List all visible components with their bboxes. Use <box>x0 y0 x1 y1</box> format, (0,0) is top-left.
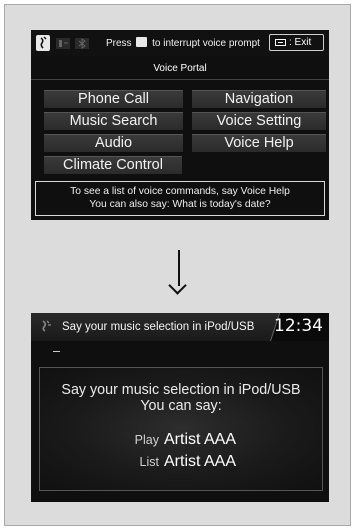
audio-button[interactable]: Audio <box>44 134 183 152</box>
voice-portal-status-bar: Press to interrupt voice prompt : Exit <box>31 30 329 56</box>
voice-portal-screen: Press to interrupt voice prompt : Exit V… <box>31 30 329 220</box>
voice-prompt-panel: Say your music selection in iPod/USB You… <box>39 367 323 491</box>
phone-call-button[interactable]: Phone Call <box>44 90 183 108</box>
exit-button[interactable]: : Exit <box>269 34 324 51</box>
talk-icon <box>36 35 50 51</box>
music-search-button[interactable]: Music Search <box>44 112 183 130</box>
prompt-line-2: You can say: <box>140 398 222 414</box>
command-value: Artist AAA <box>164 453 237 470</box>
climate-control-button[interactable]: Climate Control <box>44 156 182 174</box>
clock: 12:34 <box>274 316 323 336</box>
talk-icon <box>42 320 51 332</box>
hint-prefix: Press <box>106 38 132 49</box>
minus-icon <box>53 351 60 352</box>
music-screen-header: Say your music selection in iPod/USB 12:… <box>31 313 329 341</box>
voice-portal-title: Voice Portal <box>153 63 207 74</box>
talk-button-icon <box>136 37 148 47</box>
phone-status-icon <box>56 38 70 49</box>
voice-setting-button[interactable]: Voice Setting <box>192 112 326 130</box>
hint-suffix: to interrupt voice prompt <box>152 38 260 49</box>
help-line-2: You can also say: What is today's date? <box>89 199 271 210</box>
exit-label: : Exit <box>289 37 312 48</box>
back-icon <box>275 39 286 46</box>
help-line-1: To see a list of voice commands, say Voi… <box>70 186 290 197</box>
music-screen-title: Say your music selection in iPod/USB <box>62 321 255 333</box>
voice-prompt-text: Say your music selection in iPod/USB You… <box>40 382 322 414</box>
divider <box>31 79 329 80</box>
music-selection-screen: Say your music selection in iPod/USB 12:… <box>31 313 329 502</box>
prompt-line-1: Say your music selection in iPod/USB <box>61 382 301 398</box>
command-keyword: List <box>139 455 159 469</box>
command-keyword: Play <box>134 433 159 447</box>
command-value: Artist AAA <box>164 431 237 448</box>
interrupt-hint: Press to interrupt voice prompt <box>106 37 260 49</box>
navigation-button[interactable]: Navigation <box>192 90 326 108</box>
voice-help-info-box: To see a list of voice commands, say Voi… <box>35 181 325 216</box>
voice-help-button[interactable]: Voice Help <box>192 134 326 152</box>
bluetooth-status-icon <box>75 38 89 49</box>
